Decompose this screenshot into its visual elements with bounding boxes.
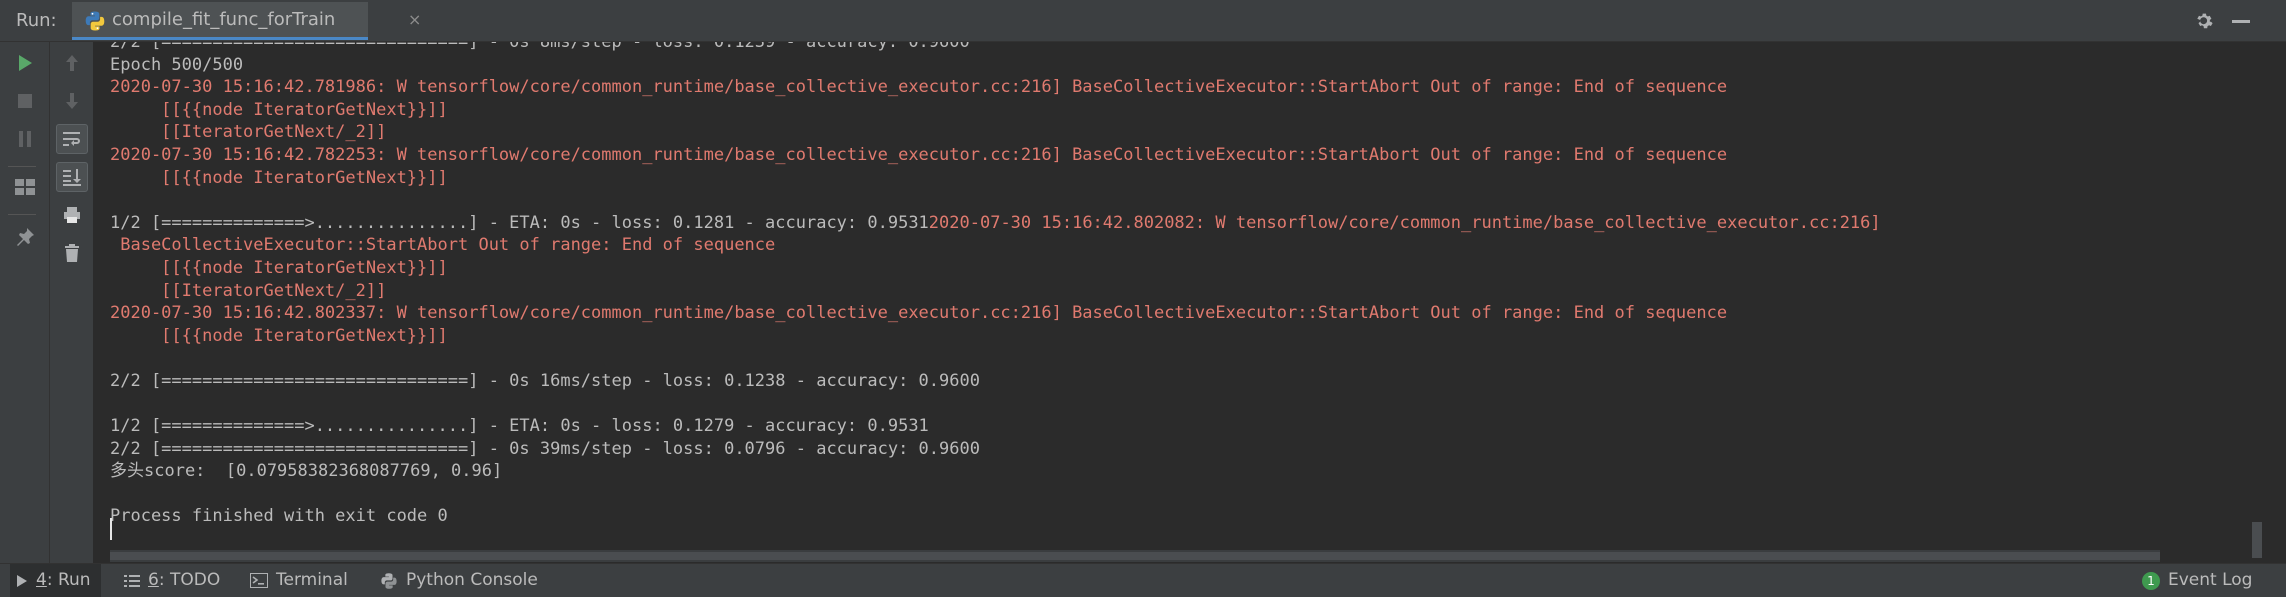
close-tab-icon[interactable]: × [408, 2, 421, 38]
python-file-icon [85, 11, 105, 31]
console-line: [[IteratorGetNext/_2]] [110, 121, 1881, 144]
console-line-text: 2020-07-30 15:16:42.782253: W tensorflow… [110, 144, 1728, 165]
settings-gear-icon[interactable] [2190, 0, 2218, 42]
bottom-tool-strip: 4: Run 6: TODO Terminal Python Console 1… [0, 563, 2286, 597]
stop-icon[interactable] [9, 86, 41, 116]
console-line-text: 2020-07-30 15:16:42.781986: W tensorflow… [110, 77, 1728, 98]
tab-todo-label: : TODO [158, 570, 221, 590]
tab-python-console[interactable]: Python Console [380, 564, 538, 597]
vertical-scrollbar-thumb[interactable] [2252, 522, 2262, 558]
event-log-label: Event Log [2168, 570, 2253, 590]
todo-list-icon [124, 574, 140, 588]
console-line-text: BaseCollectiveExecutor::StartAbort Out o… [110, 235, 776, 256]
down-arrow-icon[interactable] [56, 86, 88, 116]
horizontal-scrollbar-thumb[interactable] [110, 552, 2160, 560]
console-line: [[{{node IteratorGetNext}}]] [110, 257, 1881, 280]
console-line-text: [[{{node IteratorGetNext}}]] [110, 257, 448, 278]
tab-python-console-label: Python Console [406, 570, 538, 590]
tab-run-label: : Run [46, 570, 91, 590]
console-line: 2/2 [==============================] - 0… [110, 42, 1881, 54]
console-line: Process finished with exit code 0 [110, 505, 1881, 528]
console-line: [[{{node IteratorGetNext}}]] [110, 325, 1881, 348]
console-line-text: [[{{node IteratorGetNext}}]] [110, 167, 448, 188]
console-line-text: 1/2 [==============>...............] - E… [110, 212, 929, 233]
run-label: Run: [16, 10, 57, 31]
console-output[interactable]: 2/2 [==============================] - 0… [94, 42, 2250, 563]
python-console-icon [380, 572, 398, 590]
run-tab-title: compile_fit_func_forTrain [112, 9, 336, 30]
console-line-text: [[IteratorGetNext/_2]] [110, 122, 387, 143]
up-arrow-icon[interactable] [56, 48, 88, 78]
toolbar-separator [8, 214, 36, 215]
console-line-text: Process finished with exit code 0 [110, 506, 448, 527]
run-tool-window-header: Run: compile_fit_func_forTrain × [0, 0, 2286, 42]
console-line-text: Epoch 500/500 [110, 54, 244, 75]
console-line: Epoch 500/500 [110, 54, 1881, 77]
event-count-badge: 1 [2142, 571, 2160, 590]
console-line-text: [[IteratorGetNext/_2]] [110, 280, 387, 301]
console-line-text: 2/2 [==============================] - 0… [110, 370, 980, 391]
console-line-text: [[{{node IteratorGetNext}}]] [110, 325, 448, 346]
console-line-text: 2/2 [==============================] - 0… [110, 42, 970, 52]
console-line: 2020-07-30 15:16:42.802337: W tensorflow… [110, 302, 1881, 325]
console-line: 2020-07-30 15:16:42.782253: W tensorflow… [110, 144, 1881, 167]
console-line-text: 2/2 [==============================] - 0… [110, 438, 980, 459]
console-line: [[{{node IteratorGetNext}}]] [110, 99, 1881, 122]
console-line: 1/2 [==============>...............] - E… [110, 415, 1881, 438]
terminal-icon [250, 573, 268, 588]
restore-layout-icon[interactable] [9, 172, 41, 202]
toolbar-separator [8, 166, 36, 167]
pin-tab-icon[interactable] [9, 222, 41, 252]
console-line: [[{{node IteratorGetNext}}]] [110, 167, 1881, 190]
console-line: 2/2 [==============================] - 0… [110, 370, 1881, 393]
horizontal-scrollbar[interactable] [110, 550, 2160, 562]
console-line: [[IteratorGetNext/_2]] [110, 280, 1881, 303]
tab-terminal[interactable]: Terminal [250, 564, 348, 597]
delete-trash-icon[interactable] [56, 238, 88, 268]
run-tab[interactable]: compile_fit_func_forTrain × [72, 2, 421, 40]
text-caret [110, 518, 112, 540]
console-line-text: 2020-07-30 15:16:42.802337: W tensorflow… [110, 303, 1728, 324]
vertical-scrollbar[interactable] [2250, 42, 2286, 563]
event-log[interactable]: 1 Event Log [2142, 564, 2252, 597]
run-toolbar-secondary [50, 42, 94, 563]
console-line: 多头score: [0.07958382368087769, 0.96] [110, 460, 1881, 483]
console-line: 2020-07-30 15:16:42.781986: W tensorflow… [110, 76, 1881, 99]
soft-wrap-icon[interactable] [56, 124, 88, 154]
rerun-icon[interactable] [9, 48, 41, 78]
console-line: 2/2 [==============================] - 0… [110, 438, 1881, 461]
tab-run-number: 4 [36, 570, 47, 590]
tab-todo[interactable]: 6: TODO [124, 564, 220, 597]
tab-todo-number: 6 [148, 570, 159, 590]
run-play-icon [16, 574, 28, 588]
pause-icon[interactable] [9, 124, 41, 154]
tab-terminal-label: Terminal [276, 570, 348, 590]
console-line: BaseCollectiveExecutor::StartAbort Out o… [110, 234, 1881, 257]
run-toolbar-primary [0, 42, 50, 563]
minimize-icon[interactable] [2226, 0, 2256, 42]
console-line-text: 1/2 [==============>...............] - E… [110, 416, 929, 437]
console-line-warning: 2020-07-30 15:16:42.802082: W tensorflow… [928, 212, 1881, 233]
console-lines: 2/2 [==============================] - 0… [110, 42, 1881, 528]
tab-run[interactable]: 4: Run [10, 564, 101, 597]
console-line-text: [[{{node IteratorGetNext}}]] [110, 99, 448, 120]
console-line: 1/2 [==============>...............] - E… [110, 212, 1881, 235]
print-icon[interactable] [56, 200, 88, 230]
scroll-to-end-icon[interactable] [56, 162, 88, 192]
console-line-text: 多头score: [0.07958382368087769, 0.96] [110, 461, 503, 482]
